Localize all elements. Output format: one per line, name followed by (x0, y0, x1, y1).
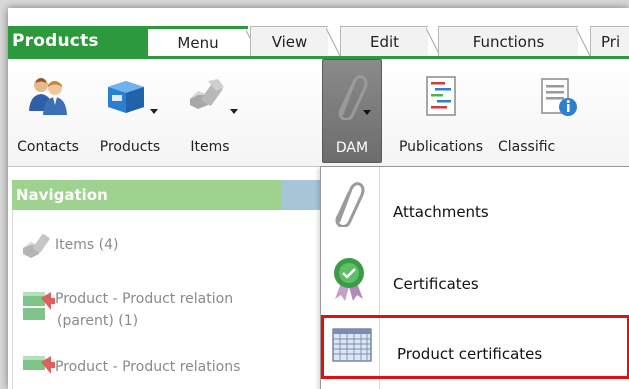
tab-bar: Products Menu View Edit Functions Pri (8, 8, 629, 60)
tab-print[interactable]: Pri (590, 26, 629, 57)
dam-dropdown-menu: Attachments Certificates Product certifi… (320, 166, 629, 389)
navigation-header-tab[interactable] (282, 180, 322, 210)
navigation-panel: Items (4) Product - Product relation (pa… (12, 210, 323, 389)
publications-button[interactable]: Publications (388, 59, 494, 163)
items-button[interactable]: Items (172, 59, 248, 163)
app-title: Products (8, 26, 148, 57)
contacts-button[interactable]: Contacts (8, 59, 88, 163)
products-box-icon (108, 81, 144, 113)
menu-item-certificates[interactable]: Certificates (321, 247, 629, 309)
dam-button[interactable]: DAM (322, 59, 382, 163)
grid-table-icon (332, 328, 372, 362)
navigation-header: Navigation (12, 180, 282, 210)
product-relation-icon (23, 356, 55, 374)
product-relation-icon (23, 292, 55, 320)
tab-edit[interactable]: Edit (340, 26, 440, 58)
products-button[interactable]: Products (88, 59, 172, 163)
items-bolts-icon (190, 79, 224, 109)
classification-button[interactable]: Classific (496, 59, 596, 163)
chevron-down-icon (230, 109, 238, 114)
menu-item-product-certificates[interactable]: Product certificates (321, 315, 629, 379)
chevron-down-icon (150, 109, 158, 114)
tab-view[interactable]: View (250, 26, 340, 58)
publications-icon (426, 76, 456, 116)
contacts-icon (29, 78, 67, 115)
paperclip-icon (335, 182, 365, 227)
classification-icon (541, 78, 577, 116)
tab-functions[interactable]: Functions (438, 26, 590, 58)
ribbon-toolbar: Contacts Products Items DAM Publications… (8, 59, 629, 167)
menu-item-attachments[interactable]: Attachments (321, 175, 629, 237)
certificate-seal-icon (334, 258, 364, 301)
app-window: Products Menu View Edit Functions Pri Co… (8, 8, 629, 389)
chevron-down-icon (363, 110, 371, 115)
tab-menu[interactable]: Menu (148, 26, 260, 60)
items-bolts-icon (23, 234, 50, 258)
